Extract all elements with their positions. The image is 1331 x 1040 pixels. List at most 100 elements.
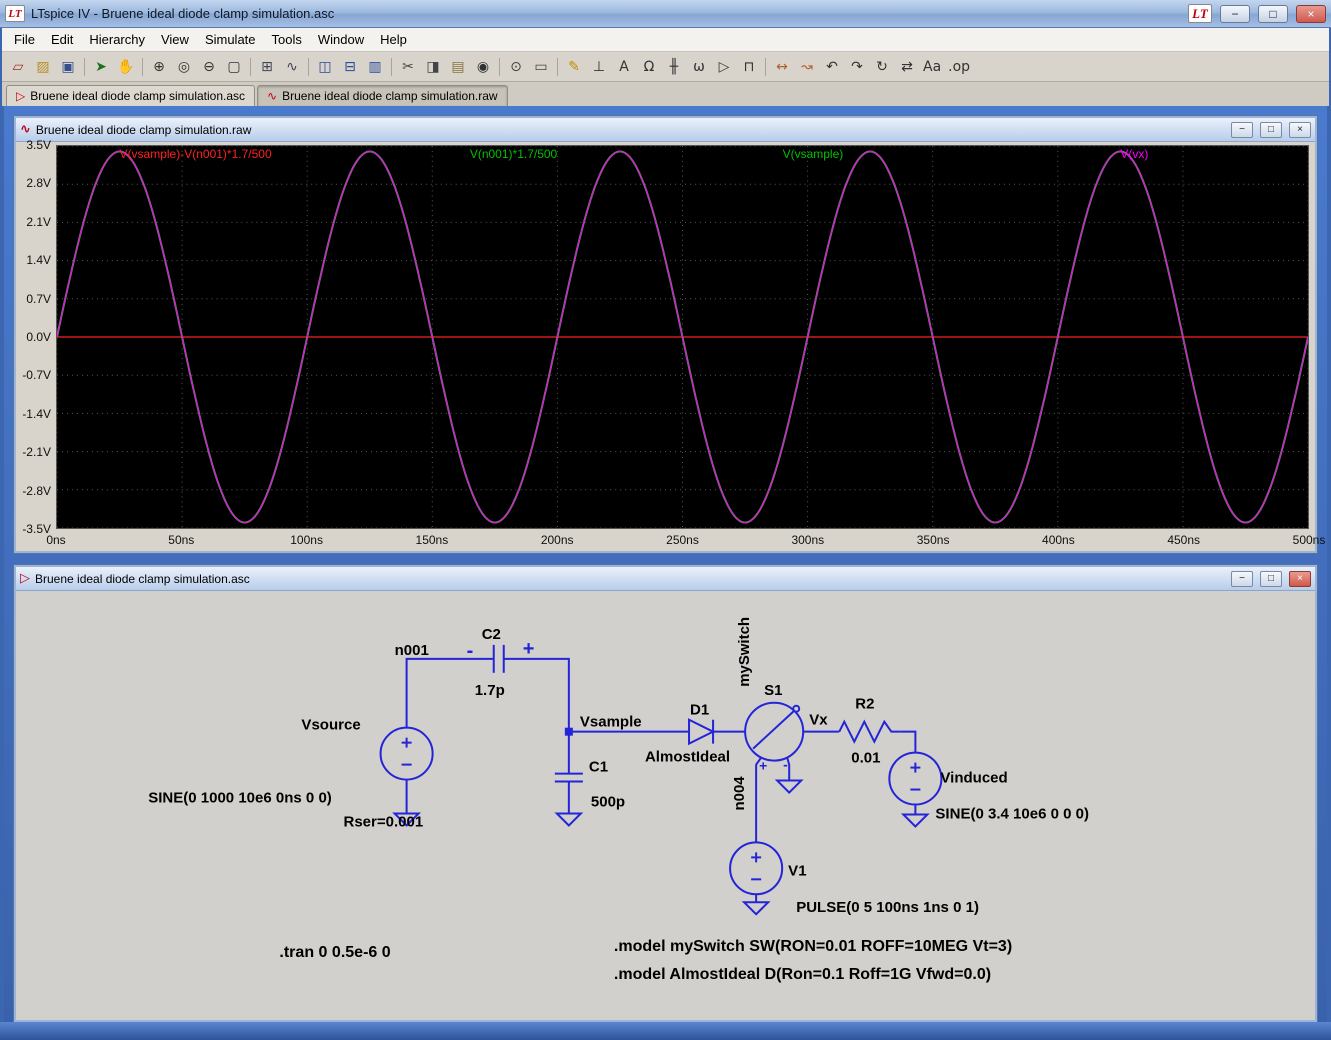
v1-symbol[interactable] (729, 841, 784, 896)
resistor-icon[interactable]: Ω (637, 56, 661, 78)
wire-icon[interactable]: ✎ (562, 56, 586, 78)
undo-icon[interactable]: ↶ (820, 56, 844, 78)
run-icon[interactable]: ➤ (89, 56, 113, 78)
mark-points-icon[interactable]: ∿ (280, 56, 304, 78)
inductor-icon[interactable]: ω (687, 56, 711, 78)
schematic-label-c2_minus: - (467, 640, 474, 662)
toolbar-separator (308, 57, 309, 76)
schematic-close-button[interactable]: × (1289, 570, 1311, 587)
zoom-full-icon[interactable]: ▢ (222, 56, 246, 78)
ground-icon[interactable]: ⊥ (587, 56, 611, 78)
menu-view[interactable]: View (153, 29, 197, 50)
waveform-minimize-button[interactable]: − (1231, 121, 1253, 138)
move-icon[interactable]: ↔ (770, 56, 794, 78)
y-axis-tick: 1.4V (26, 253, 51, 268)
save-icon[interactable]: ▣ (56, 56, 80, 78)
maximize-button[interactable]: □ (1258, 4, 1288, 23)
menu-window[interactable]: Window (310, 29, 372, 50)
zoom-pan-icon[interactable]: ◎ (172, 56, 196, 78)
ltspice-window: LT LTspice IV - Bruene ideal diode clamp… (0, 0, 1331, 1040)
component-icon[interactable]: ⊓ (737, 56, 761, 78)
menu-edit[interactable]: Edit (43, 29, 81, 50)
schematic-label-s1_name: S1 (764, 682, 782, 699)
schematic-minimize-button[interactable]: − (1231, 570, 1253, 587)
minimize-button[interactable]: − (1220, 4, 1250, 23)
menu-hierarchy[interactable]: Hierarchy (81, 29, 153, 50)
toolbar-separator (142, 57, 143, 76)
y-axis-tick: -2.1V (22, 445, 51, 460)
capacitor-icon[interactable]: ╫ (662, 56, 686, 78)
find-icon[interactable]: ◉ (471, 56, 495, 78)
trace-label[interactable]: V(vx) (1120, 147, 1148, 161)
x-axis-tick: 0ns (46, 533, 66, 547)
schematic-label-vinduced_value: SINE(0 3.4 10e6 0 0 0) (935, 805, 1089, 822)
trace-label[interactable]: V(vsample)-V(n001)*1.7/500 (120, 147, 272, 161)
c2-symbol[interactable] (492, 644, 505, 673)
label-net-icon[interactable]: A (612, 56, 636, 78)
rotate-icon[interactable]: ↻ (870, 56, 894, 78)
app-icon: LT (5, 5, 25, 22)
waveform-restore-button[interactable]: □ (1260, 121, 1282, 138)
trace-label[interactable]: V(n001)*1.7/500 (470, 147, 557, 161)
spice-directive-icon[interactable]: .op (945, 56, 973, 78)
r2-symbol[interactable] (838, 719, 900, 744)
schematic-restore-button[interactable]: □ (1260, 570, 1282, 587)
tab-label: Bruene ideal diode clamp simulation.raw (282, 89, 498, 103)
vinduced-symbol[interactable] (888, 751, 943, 806)
halt-icon[interactable]: ✋ (114, 56, 138, 78)
drag-icon[interactable]: ↝ (795, 56, 819, 78)
menu-simulate[interactable]: Simulate (197, 29, 264, 50)
menu-file[interactable]: File (6, 29, 43, 50)
waveform-traces (57, 146, 1308, 528)
y-axis-tick: 0.7V (26, 291, 51, 306)
tab-schematic[interactable]: ▷ Bruene ideal diode clamp simulation.asc (6, 85, 256, 106)
redo-icon[interactable]: ↷ (845, 56, 869, 78)
text-icon[interactable]: Aa (920, 56, 944, 78)
zoom-in-icon[interactable]: ⊕ (147, 56, 171, 78)
tile-horizontal-icon[interactable]: ⊟ (338, 56, 362, 78)
schematic-canvas[interactable]: n001 -C2+1.7pVsourceSINE(0 1000 10e6 0ns … (16, 591, 1315, 1020)
trace-label[interactable]: V(vsample) (783, 147, 844, 161)
menu-tools[interactable]: Tools (264, 29, 310, 50)
window-titlebar[interactable]: LT LTspice IV - Bruene ideal diode clamp… (0, 0, 1331, 28)
schematic-label-r2_name: R2 (855, 696, 874, 713)
y-axis-tick: 3.5V (26, 138, 51, 152)
close-button[interactable]: × (1296, 4, 1326, 23)
grid-icon[interactable]: ⊞ (255, 56, 279, 78)
schematic-titlebar[interactable]: ▷ Bruene ideal diode clamp simulation.as… (16, 567, 1315, 591)
toolbar-separator (84, 57, 85, 76)
open-icon[interactable]: ▨ (31, 56, 55, 78)
y-axis-tick: 2.1V (26, 214, 51, 229)
vsample-node[interactable] (564, 727, 573, 736)
schematic-label-vsource_name: Vsource (301, 717, 360, 734)
vsource-symbol[interactable] (379, 726, 434, 781)
waveform-close-button[interactable]: × (1289, 121, 1311, 138)
toolbar-separator (499, 57, 500, 76)
mdi-area: ∿ Bruene ideal diode clamp simulation.ra… (4, 106, 1327, 1022)
schematic-doc-icon: ▷ (16, 89, 26, 103)
schematic-label-sw_plus: + (759, 758, 767, 774)
new-schematic-icon[interactable]: ▱ (6, 56, 30, 78)
tab-label: Bruene ideal diode clamp simulation.asc (30, 89, 246, 103)
toolbar-separator (765, 57, 766, 76)
s1-symbol[interactable] (744, 701, 805, 762)
print-icon[interactable]: ▭ (529, 56, 553, 78)
diode-icon[interactable]: ▷ (712, 56, 736, 78)
print-preview-icon[interactable]: ⊙ (504, 56, 528, 78)
c1-symbol[interactable] (554, 772, 583, 783)
window-frame-bottom (0, 1022, 1331, 1040)
y-axis-tick: -1.4V (22, 406, 51, 421)
menu-help[interactable]: Help (372, 29, 415, 50)
copy-icon[interactable]: ◨ (421, 56, 445, 78)
plot-canvas[interactable]: V(vsample)-V(n001)*1.7/500 V(n001)*1.7/50… (56, 145, 1309, 529)
tab-waveform[interactable]: ∿ Bruene ideal diode clamp simulation.raw (257, 85, 508, 106)
d1-symbol[interactable] (688, 718, 716, 746)
cut-icon[interactable]: ✂ (396, 56, 420, 78)
cascade-icon[interactable]: ▥ (363, 56, 387, 78)
mirror-icon[interactable]: ⇄ (895, 56, 919, 78)
zoom-out-icon[interactable]: ⊖ (197, 56, 221, 78)
waveform-titlebar[interactable]: ∿ Bruene ideal diode clamp simulation.ra… (16, 118, 1315, 142)
paste-icon[interactable]: ▤ (446, 56, 470, 78)
tile-vertical-icon[interactable]: ◫ (313, 56, 337, 78)
schematic-label-c2_name: C2 (482, 626, 501, 643)
